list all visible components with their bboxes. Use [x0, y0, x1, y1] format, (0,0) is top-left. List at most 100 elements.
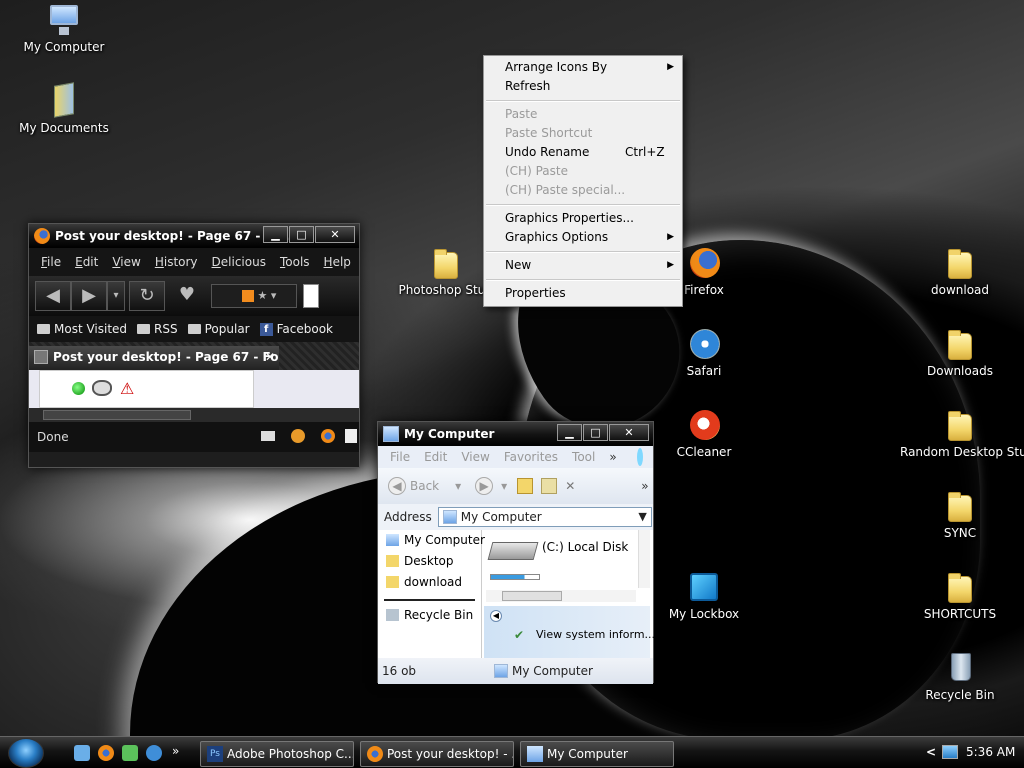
page-content[interactable]: ⚠ — [29, 370, 359, 408]
firefox-icon[interactable] — [98, 745, 114, 761]
clock[interactable]: 5:36 AM — [966, 745, 1015, 759]
chevron-down-icon[interactable]: ▼ — [638, 508, 646, 526]
scroll-thumb[interactable] — [43, 410, 191, 420]
menu-item-ch-paste: (CH) Paste — [484, 162, 682, 181]
search-engine-box[interactable]: ★ ▾ — [211, 284, 297, 308]
bookmark-facebook[interactable]: f Facebook — [259, 322, 333, 336]
my-computer-titlebar[interactable]: My Computer ▁ □ ✕ — [378, 422, 653, 446]
menu-help[interactable]: Help — [324, 255, 351, 269]
tab-post-your-desktop[interactable]: Post your desktop! - Page 67 - For... ✕ — [29, 346, 279, 370]
bookmark-rss[interactable]: RSS — [137, 322, 178, 336]
start-button[interactable] — [8, 738, 44, 768]
maximize-button[interactable]: □ — [289, 226, 314, 243]
close-button[interactable]: ✕ — [315, 226, 355, 243]
tree-item-my-computer[interactable]: My Computer — [378, 530, 485, 551]
menu-tools[interactable]: Tool — [572, 450, 595, 464]
chevron-down-icon[interactable]: ▾ — [455, 479, 461, 493]
bookmark-icon[interactable]: ♥ — [169, 281, 205, 311]
firefox-titlebar[interactable]: Post your desktop! - Page 67 - For... ▁ … — [29, 224, 359, 248]
back-button[interactable]: ◀ — [35, 281, 71, 311]
tree-item-recycle-bin[interactable]: Recycle Bin — [378, 605, 481, 626]
menu-edit[interactable]: Edit — [75, 255, 98, 269]
menu-delicious[interactable]: Delicious — [212, 255, 266, 269]
reload-button[interactable]: ↻ — [129, 281, 165, 311]
tab-close-icon[interactable]: ✕ — [265, 346, 275, 368]
desktop-icon-my-documents[interactable]: My Documents — [4, 82, 124, 135]
desktop-icon-my-computer[interactable]: My Computer — [4, 3, 124, 54]
desktop-icon-safari[interactable]: Safari — [644, 327, 764, 378]
minimize-button[interactable]: ▁ — [557, 424, 582, 441]
menu-item-undo-rename[interactable]: Undo Rename Ctrl+Z — [484, 143, 682, 162]
network-icon[interactable] — [942, 745, 958, 759]
mail-icon[interactable] — [261, 431, 275, 441]
close-button[interactable]: ✕ — [609, 424, 649, 441]
tree-item-download[interactable]: download — [378, 572, 481, 593]
tray-expand-arrow[interactable]: < — [926, 745, 936, 759]
menu-edit[interactable]: Edit — [424, 450, 447, 464]
up-folder-icon[interactable] — [541, 478, 558, 494]
desktop-icon-recycle-bin[interactable]: Recycle Bin — [900, 651, 1020, 702]
download-icon[interactable] — [122, 745, 138, 761]
forward-button[interactable]: ▶ — [71, 281, 107, 311]
menu-item-new[interactable]: New ▶ — [484, 256, 682, 275]
desktop-icon-ccleaner[interactable]: CCleaner — [644, 408, 764, 459]
back-icon[interactable]: ◀ — [388, 477, 406, 495]
vertical-scrollbar[interactable] — [638, 530, 650, 588]
desktop-icon-shortcuts[interactable]: SHORTCUTS — [900, 570, 1020, 621]
explorer-body: My Computer Desktop download Recycle Bin… — [378, 530, 655, 658]
maximize-button[interactable]: □ — [583, 424, 608, 441]
menu-file[interactable]: File — [390, 450, 410, 464]
my-computer-window[interactable]: My Computer ▁ □ ✕ File Edit View Favorit… — [377, 421, 655, 684]
taskbar-button-firefox[interactable]: Post your desktop! - ... — [360, 741, 514, 767]
addon-icon[interactable] — [291, 429, 305, 443]
chevron-down-icon[interactable]: ▾ — [501, 479, 507, 493]
bookmark-popular[interactable]: Popular — [187, 322, 250, 336]
internet-explorer-icon[interactable] — [146, 745, 162, 761]
show-desktop-icon[interactable] — [74, 745, 90, 761]
notes-icon[interactable] — [345, 429, 357, 443]
bookmark-most-visited[interactable]: Most Visited — [37, 322, 127, 336]
address-input[interactable]: My Computer ▼ — [437, 507, 652, 527]
menu-view[interactable]: View — [461, 450, 489, 464]
taskbar-button-my-computer[interactable]: My Computer — [520, 741, 674, 767]
view-system-info-link[interactable]: View system inform... — [536, 628, 655, 641]
desktop-icon-sync[interactable]: SYNC — [900, 489, 1020, 540]
menu-history[interactable]: History — [155, 255, 198, 269]
computer-icon — [386, 534, 399, 546]
menu-overflow-icon[interactable]: » — [609, 450, 616, 464]
desktop-icon-download[interactable]: download — [900, 246, 1020, 297]
folders-icon[interactable] — [517, 478, 534, 494]
firefox-window[interactable]: Post your desktop! - Page 67 - For... ▁ … — [28, 223, 360, 468]
forward-icon[interactable]: ▶ — [475, 477, 494, 495]
menu-item-graphics-options[interactable]: Graphics Options ▶ — [484, 228, 682, 247]
delete-icon[interactable]: ✕ — [565, 479, 575, 493]
history-dropdown-button[interactable]: ▾ — [107, 281, 125, 311]
tree-item-desktop[interactable]: Desktop — [378, 551, 481, 572]
menu-item-graphics-properties[interactable]: Graphics Properties... — [484, 209, 682, 228]
menu-item-properties[interactable]: Properties — [484, 284, 682, 303]
toolbar-overflow-icon[interactable]: » — [641, 479, 648, 493]
search-input[interactable] — [303, 284, 319, 308]
recycle-bin-icon — [943, 651, 977, 685]
address-value: My Computer — [460, 510, 542, 524]
back-button-label[interactable]: Back — [410, 479, 439, 493]
quick-launch-overflow[interactable]: » — [172, 744, 179, 758]
menu-view[interactable]: View — [112, 255, 140, 269]
menu-file[interactable]: File — [41, 255, 61, 269]
menu-item-refresh[interactable]: Refresh — [484, 77, 682, 96]
scroll-thumb[interactable] — [502, 591, 562, 601]
desktop-icon-my-lockbox[interactable]: My Lockbox — [644, 570, 764, 621]
desktop-icon-random-desktop-stuff[interactable]: Random Desktop Stuff — [900, 408, 1024, 459]
menu-favorites[interactable]: Favorites — [504, 450, 558, 464]
drive-item-c[interactable]: (C:) Local Disk — [487, 536, 640, 586]
horizontal-scrollbar[interactable] — [29, 408, 359, 422]
firefox-icon[interactable] — [321, 429, 335, 443]
menu-tools[interactable]: Tools — [280, 255, 310, 269]
address-label: Address — [384, 510, 432, 524]
taskbar-button-photoshop[interactable]: Ps Adobe Photoshop C... — [200, 741, 354, 767]
menu-item-arrange-icons-by[interactable]: Arrange Icons By ▶ — [484, 58, 682, 77]
minimize-button[interactable]: ▁ — [263, 226, 288, 243]
desktop-icon-downloads[interactable]: Downloads — [900, 327, 1020, 378]
horizontal-scrollbar[interactable] — [486, 590, 636, 602]
collapse-icon[interactable]: ◀ — [490, 610, 502, 622]
